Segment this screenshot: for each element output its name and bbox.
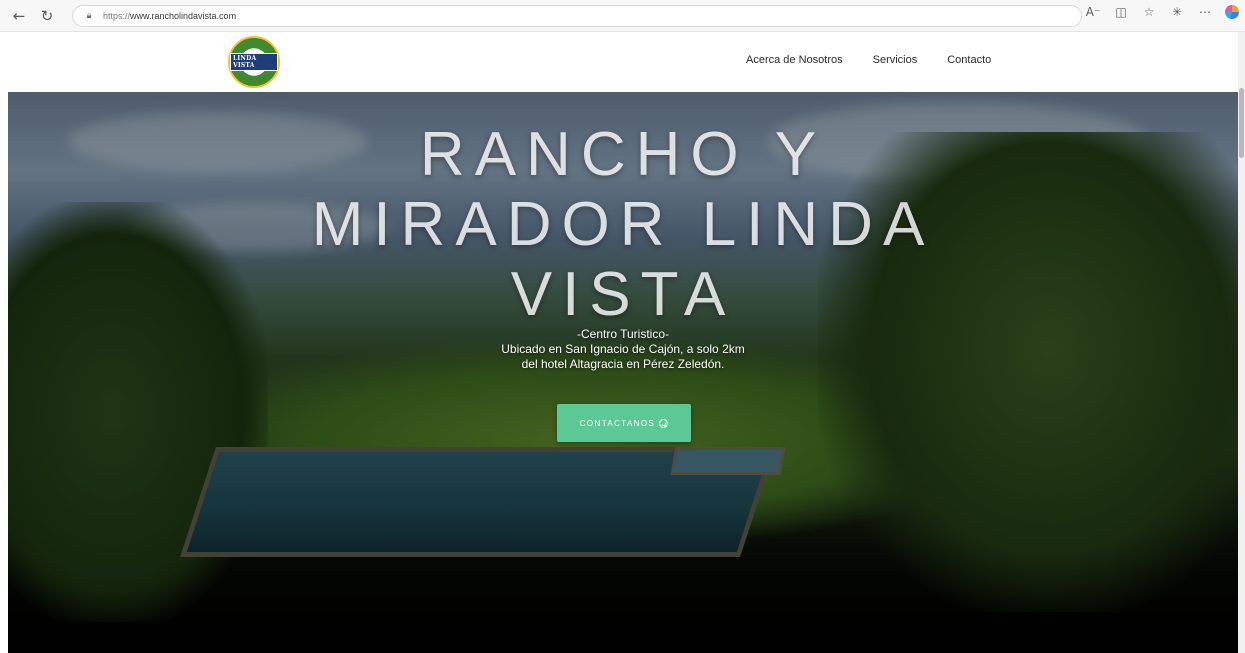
hero-subtitle: -Centro Turistico- Ubicado en San Ignaci… — [403, 327, 843, 372]
lock-icon[interactable]: 🔒︎ — [83, 10, 95, 22]
site-header: LINDA VISTA Acerca de Nosotros Servicios… — [8, 32, 1238, 92]
favorites-list-icon[interactable]: ✳ — [1169, 5, 1185, 19]
copilot-icon[interactable] — [1225, 5, 1239, 19]
contact-cta-button[interactable]: CONTACTANOS — [557, 404, 691, 442]
nav-link-about[interactable]: Acerca de Nosotros — [746, 54, 843, 66]
nav-link-services[interactable]: Servicios — [873, 54, 918, 66]
back-arrow-icon[interactable]: ← — [8, 5, 30, 27]
url-protocol: https:// — [103, 10, 131, 21]
refresh-icon[interactable]: ↻ — [36, 5, 58, 27]
hero-subtitle-line: Ubicado en San Ignacio de Cajón, a solo … — [501, 342, 745, 356]
address-bar[interactable]: 🔒︎ https://www.rancholindavista.com — [72, 4, 1082, 27]
url-host: www.rancholindavista.com — [130, 10, 237, 21]
hero-title: RANCHO Y MIRADOR LINDA VISTA — [311, 120, 935, 329]
cta-label: CONTACTANOS — [579, 418, 656, 428]
logo-text: LINDA VISTA — [230, 53, 278, 71]
browser-toolbar: ← ↻ 🔒︎ https://www.rancholindavista.com … — [0, 0, 1245, 32]
hero-section: RANCHO Y MIRADOR LINDA VISTA -Centro Tur… — [8, 92, 1238, 653]
nav-link-contact[interactable]: Contacto — [947, 54, 991, 66]
browser-tools: A⁻ ◫ ☆ ✳ ⋯ — [1085, 5, 1239, 19]
scrollbar-thumb[interactable] — [1239, 88, 1244, 158]
main-nav: Acerca de Nosotros Servicios Contacto — [746, 54, 991, 66]
url-text[interactable]: https://www.rancholindavista.com — [103, 11, 236, 21]
favorite-star-icon[interactable]: ☆ — [1141, 5, 1157, 19]
immersive-reader-icon[interactable]: ◫ — [1113, 5, 1129, 19]
more-icon[interactable]: ⋯ — [1197, 5, 1213, 19]
hero-subtitle-line: del hotel Altagracia en Pérez Zeledón. — [521, 357, 725, 371]
hero-subtitle-line: -Centro Turistico- — [576, 327, 670, 341]
page-scrollbar[interactable] — [1238, 32, 1245, 653]
whatsapp-icon — [659, 418, 669, 428]
read-aloud-icon[interactable]: A⁻ — [1085, 5, 1101, 19]
site-logo[interactable]: LINDA VISTA — [228, 36, 280, 88]
